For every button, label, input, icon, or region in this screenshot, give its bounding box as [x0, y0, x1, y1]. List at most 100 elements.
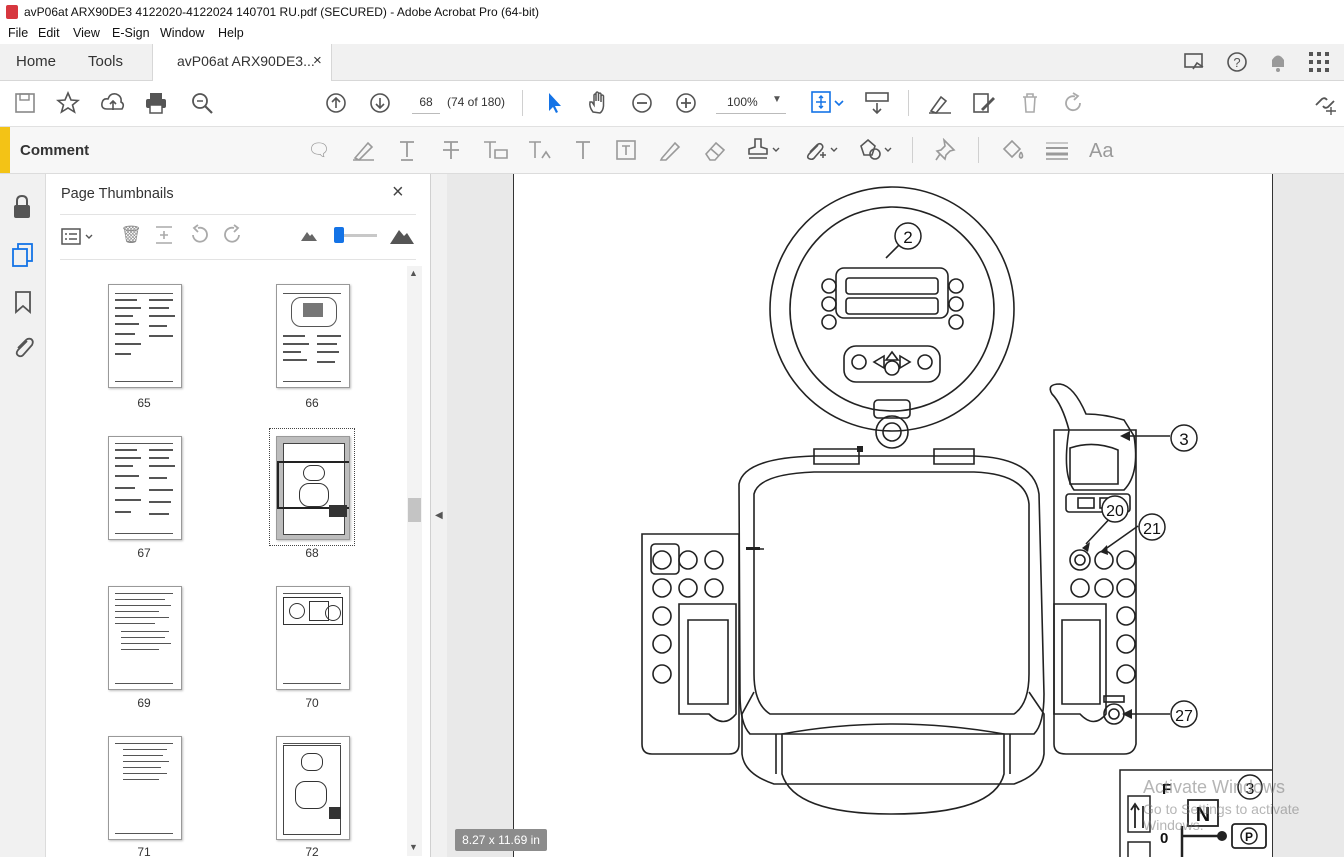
pdf-page: 2 3 20 21 27 3 F 0 N P: [513, 174, 1273, 857]
page-thumbnail-66[interactable]: [276, 284, 350, 388]
thumbnails-scrollbar[interactable]: [407, 266, 422, 856]
menu-esign[interactable]: E-Sign: [112, 26, 150, 40]
menu-edit[interactable]: Edit: [38, 26, 60, 40]
activate-windows-watermark-subtitle: Go to Settings to activate Windows.: [1143, 801, 1300, 833]
add-text-icon[interactable]: [571, 138, 595, 162]
zoom-select[interactable]: 100% ▼: [716, 91, 786, 114]
menu-window[interactable]: Window: [160, 26, 204, 40]
edit-pdf-icon[interactable]: [971, 91, 997, 115]
page-thumbnails-panel: [46, 174, 431, 857]
fit-page-icon[interactable]: [810, 90, 844, 116]
panel-collapse-strip[interactable]: ◀: [431, 174, 447, 857]
save-icon[interactable]: [14, 92, 36, 114]
insert-text-icon[interactable]: [526, 138, 554, 162]
page-thumbnails-icon[interactable]: [11, 242, 35, 268]
strikethrough-icon[interactable]: [439, 138, 463, 162]
lock-icon[interactable]: [11, 194, 33, 220]
callout-3-label: 3: [1179, 430, 1188, 449]
scroll-up-icon[interactable]: ▲: [409, 268, 418, 278]
acrobat-app-icon: [6, 5, 18, 19]
activate-windows-watermark-title: Activate Windows: [1143, 777, 1286, 797]
rotate-right-icon[interactable]: [222, 224, 244, 246]
toolbar-divider: [522, 90, 523, 116]
operator-cab-diagram: 2 3 20 21 27 3 F 0 N P: [641, 186, 1272, 857]
svg-text:Aa: Aa: [1089, 140, 1114, 162]
thumbnail-label: 66: [305, 396, 319, 410]
page-thumbnail-72[interactable]: [276, 736, 350, 840]
zoom-value: 100%: [727, 95, 758, 109]
collapse-left-icon[interactable]: ◀: [435, 510, 443, 521]
link-share-icon[interactable]: [1312, 91, 1338, 115]
upload-cloud-icon[interactable]: [100, 91, 126, 115]
page-thumbnail-71[interactable]: [108, 736, 182, 840]
callout-20-label: 20: [1106, 503, 1124, 520]
menu-view[interactable]: View: [73, 26, 100, 40]
sticky-note-icon[interactable]: 🗨: [307, 138, 331, 162]
thumbnail-options-icon[interactable]: [60, 226, 98, 248]
attachments-paperclip-icon[interactable]: [11, 334, 35, 360]
pencil-draw-icon[interactable]: [658, 138, 682, 162]
shapes-icon[interactable]: [858, 137, 894, 163]
eraser-icon[interactable]: [702, 138, 728, 162]
pin-icon[interactable]: [934, 138, 958, 162]
callout-2-label: 2: [903, 228, 912, 247]
callout-27: 27: [1170, 700, 1198, 728]
previous-page-icon[interactable]: [324, 91, 348, 115]
panel-title: Page Thumbnails: [61, 186, 174, 202]
bookmark-star-icon[interactable]: [56, 91, 80, 115]
share-screen-icon[interactable]: [1183, 51, 1207, 73]
rotate-left-icon[interactable]: [188, 224, 210, 246]
delete-icon[interactable]: [1018, 91, 1042, 115]
attach-file-icon[interactable]: [802, 137, 840, 163]
zoom-in-icon[interactable]: [674, 91, 698, 115]
apps-grid-icon[interactable]: [1308, 51, 1330, 73]
callout-27-label: 27: [1175, 708, 1193, 725]
tab-home[interactable]: Home: [16, 53, 56, 70]
menu-file[interactable]: File: [8, 26, 28, 40]
sign-pen-icon[interactable]: [927, 91, 953, 115]
line-weight-icon[interactable]: [1044, 138, 1070, 162]
page-thumbnail-69[interactable]: [108, 586, 182, 690]
page-thumbnail-67[interactable]: [108, 436, 182, 540]
replace-text-icon[interactable]: [481, 138, 509, 162]
svg-text:?: ?: [1233, 55, 1240, 70]
bell-icon[interactable]: [1267, 50, 1289, 74]
select-cursor-icon[interactable]: [544, 91, 564, 115]
zoom-out-icon[interactable]: [630, 91, 654, 115]
comment-toolbar-title: Comment: [20, 142, 90, 159]
stamp-icon[interactable]: [746, 137, 782, 163]
underline-text-icon[interactable]: [395, 138, 419, 162]
thumbnails-scroll-thumb[interactable]: [408, 498, 421, 522]
callout-20: 20: [1101, 495, 1129, 523]
page-thumbnail-65[interactable]: [108, 284, 182, 388]
scroll-mode-icon[interactable]: [864, 91, 890, 115]
insert-pages-icon[interactable]: [153, 224, 175, 246]
fill-color-icon[interactable]: [1000, 138, 1026, 162]
text-properties-icon[interactable]: Aa: [1088, 138, 1116, 162]
print-icon[interactable]: [144, 91, 168, 115]
help-icon[interactable]: ?: [1225, 50, 1249, 74]
zoom-search-icon[interactable]: [190, 91, 214, 115]
page-thumbnail-70[interactable]: [276, 586, 350, 690]
next-page-icon[interactable]: [368, 91, 392, 115]
thumbnail-size-slider-knob[interactable]: [334, 227, 344, 243]
left-navigation-rail: [0, 174, 46, 857]
tab-tools[interactable]: Tools: [88, 53, 123, 70]
page-count-label: (74 of 180): [447, 95, 506, 109]
tab-document[interactable]: avP06at ARX90DE3... ×: [152, 44, 332, 81]
text-box-icon[interactable]: [614, 138, 638, 162]
redo-icon[interactable]: [1061, 91, 1085, 115]
scroll-down-icon[interactable]: ▼: [409, 842, 418, 852]
thumbnail-size-small-icon[interactable]: [300, 228, 318, 242]
panel-close-button[interactable]: ×: [392, 181, 404, 204]
page-number-input[interactable]: [412, 91, 440, 114]
highlight-icon[interactable]: [350, 138, 376, 162]
page-thumbnail-68[interactable]: [276, 436, 350, 540]
thumbnail-size-large-icon[interactable]: [389, 225, 415, 245]
delete-page-icon[interactable]: 🗑: [120, 224, 142, 246]
toolbar-divider: [912, 137, 913, 163]
bookmarks-icon[interactable]: [13, 290, 33, 314]
tab-close-button[interactable]: ×: [313, 52, 322, 69]
menu-help[interactable]: Help: [218, 26, 244, 40]
hand-tool-icon[interactable]: [586, 90, 610, 116]
